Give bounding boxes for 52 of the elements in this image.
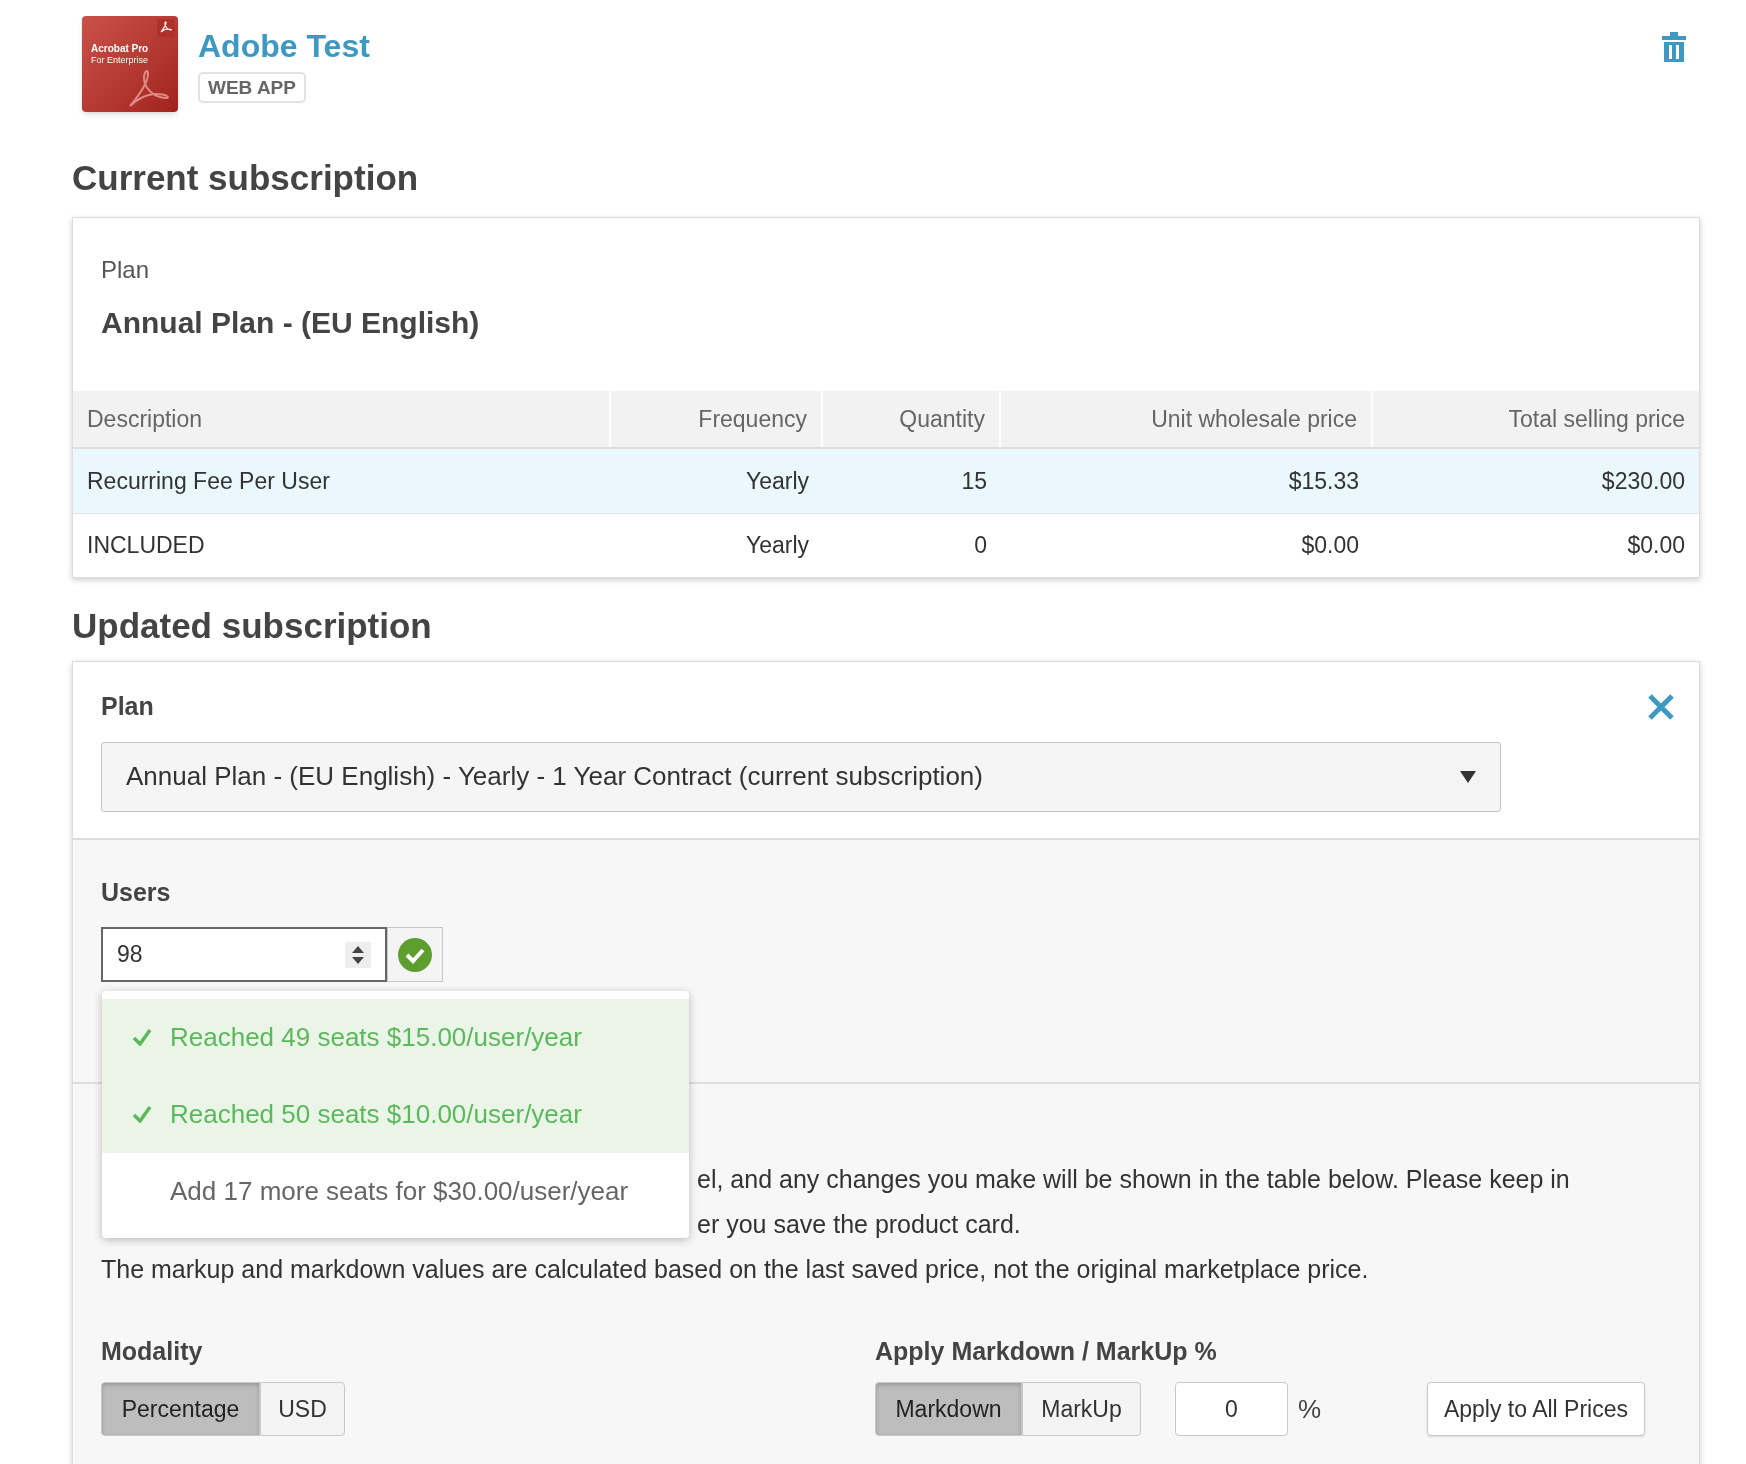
- table-cell-text: 0: [974, 531, 987, 561]
- tier-text: Add 17 more seats for $30.00/user/year: [170, 1174, 629, 1208]
- close-icon[interactable]: [1647, 692, 1675, 721]
- pdf-icon: [157, 19, 175, 37]
- users-label: Users: [101, 876, 172, 908]
- column-header: Description: [87, 404, 203, 434]
- note-text: er you save the product card.: [697, 1209, 1021, 1241]
- plan-label: Plan: [101, 255, 151, 285]
- table-cell-text: 15: [961, 466, 987, 496]
- section-heading: Updated subscription: [72, 608, 433, 643]
- checkmark-icon: [132, 1105, 152, 1123]
- dropdown-caret-icon: [1460, 770, 1476, 783]
- table-cell-text: Recurring Fee Per User: [87, 466, 330, 496]
- trash-icon[interactable]: [1662, 30, 1686, 62]
- adjust-label: Apply Markdown / MarkUp %: [875, 1335, 1218, 1367]
- table-cell-text: $15.33: [1288, 466, 1359, 496]
- note-text: The markup and markdown values are calculated based on the last saved price, not the original marketplace price.: [101, 1254, 1369, 1286]
- segment-button[interactable]: Markdown: [875, 1382, 1022, 1436]
- column-header: Unit wholesale price: [1151, 404, 1357, 434]
- segment-button[interactable]: MarkUp: [1022, 1382, 1141, 1436]
- segment-button[interactable]: Percentage: [101, 1382, 260, 1436]
- app-type-tag: WEB APP: [198, 72, 306, 103]
- column-header: Frequency: [698, 404, 807, 434]
- plan-select[interactable]: Annual Plan - (EU English) - Yearly - 1 Year Contract (current subscription): [101, 741, 1501, 812]
- plan-label: Plan: [101, 691, 154, 722]
- stepper-icon[interactable]: [345, 941, 371, 968]
- checkmark-icon: [132, 1028, 152, 1046]
- section-heading: Current subscription: [72, 160, 420, 195]
- users-field[interactable]: 98: [101, 927, 387, 982]
- plan-name: Annual Plan - (EU English): [101, 305, 481, 341]
- note-text: el, and any changes you make will be shown in the table below. Please keep in: [697, 1164, 1570, 1196]
- percent-sign: %: [1298, 1392, 1322, 1426]
- table-cell-text: $0.00: [1627, 531, 1685, 561]
- table-cell-text: $230.00: [1601, 466, 1685, 496]
- modality-label: Modality: [101, 1335, 204, 1367]
- logo-subtitle: For Enterprise: [91, 56, 149, 65]
- apply-all-button[interactable]: Apply to All Prices: [1426, 1382, 1645, 1436]
- logo-title: Acrobat Pro: [91, 44, 149, 54]
- table-cell-text: Yearly: [745, 531, 809, 561]
- check-circle-icon: [398, 937, 432, 972]
- table-cell-text: INCLUDED: [87, 531, 205, 561]
- tier-text: Reached 49 seats $15.00/user/year: [170, 1020, 582, 1054]
- column-header: Quantity: [899, 404, 985, 434]
- tier-text: Reached 50 seats $10.00/user/year: [170, 1097, 582, 1131]
- column-header: Total selling price: [1508, 404, 1685, 434]
- acrobat-icon: [126, 70, 170, 110]
- table-cell-text: Yearly: [745, 466, 809, 496]
- percent-field[interactable]: 0: [1175, 1382, 1288, 1436]
- segment-button[interactable]: USD: [260, 1382, 345, 1436]
- validate-button[interactable]: [387, 927, 443, 982]
- table-cell-text: $0.00: [1301, 531, 1359, 561]
- tier-option[interactable]: Add 17 more seats for $30.00/user/year: [102, 1152, 689, 1230]
